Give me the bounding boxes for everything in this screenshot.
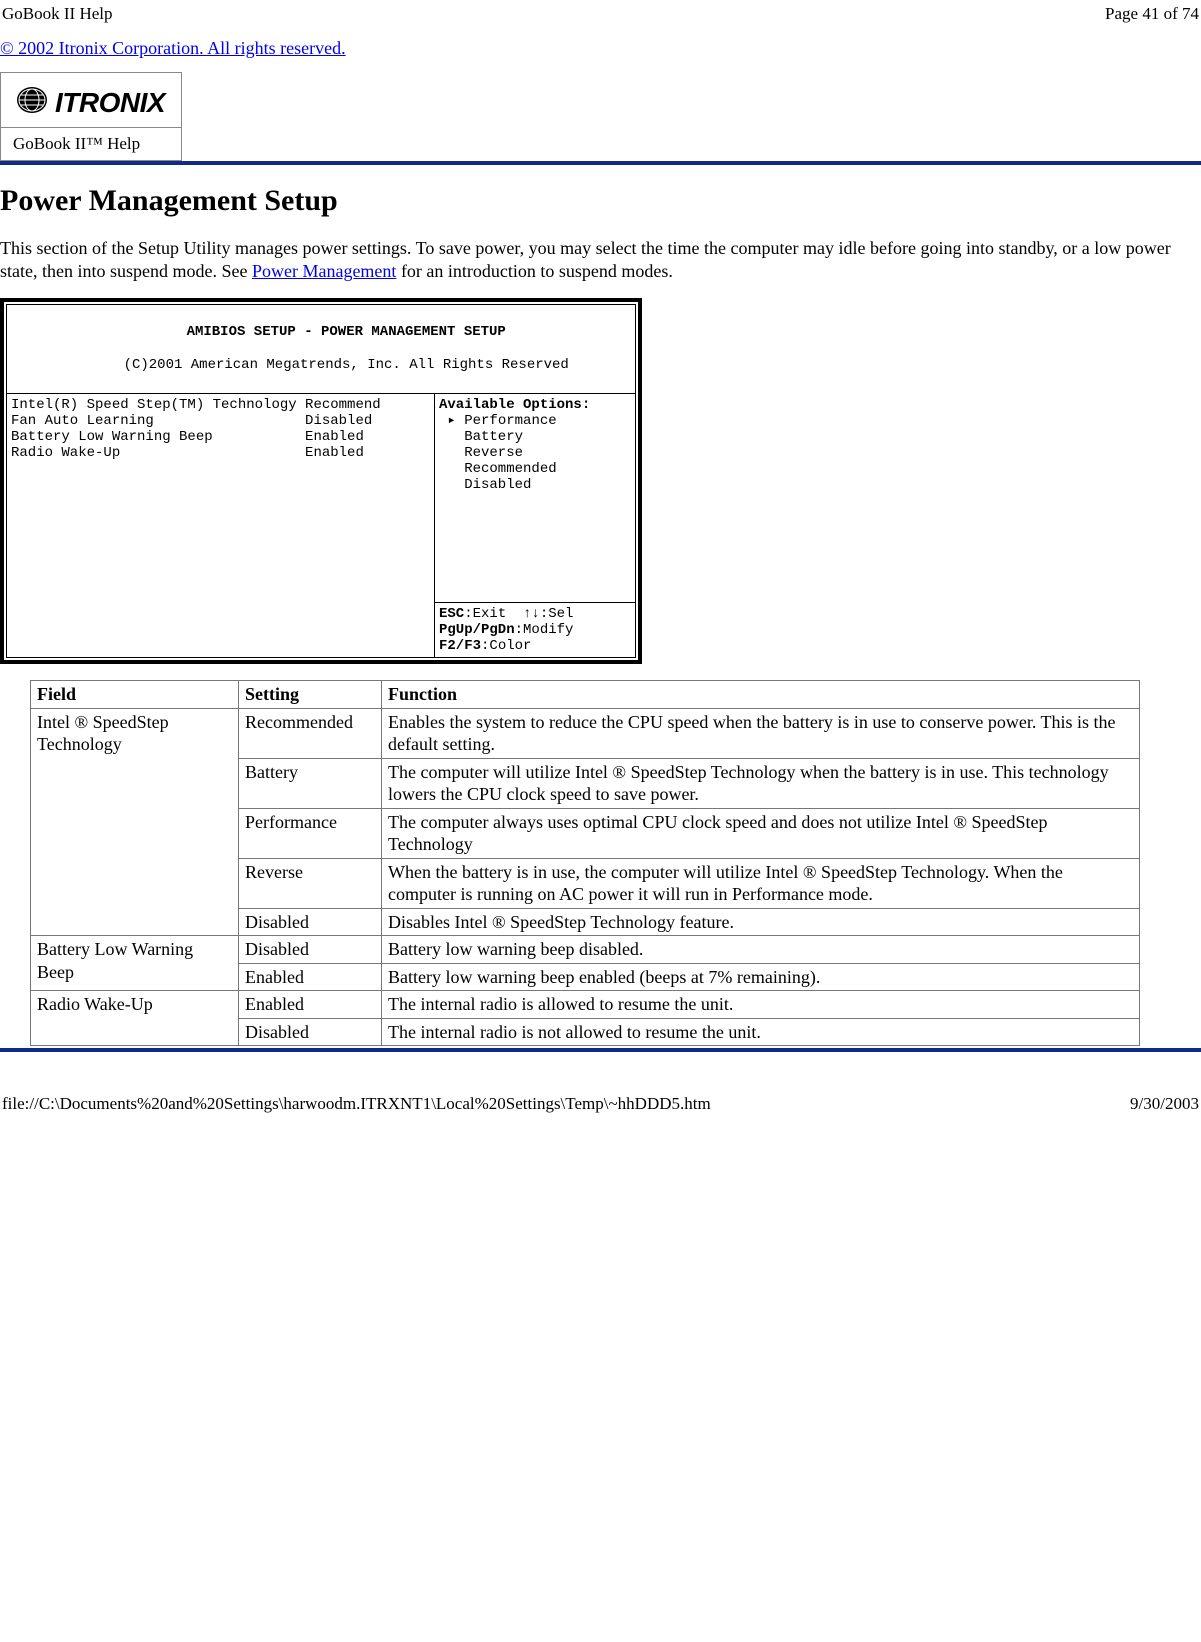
page-number-top: Page 41 of 74: [1105, 4, 1199, 24]
col-field: Field: [31, 681, 239, 709]
cell-function: The internal radio is allowed to resume …: [382, 991, 1140, 1019]
cell-setting: Performance: [239, 808, 382, 858]
doc-title-top: GoBook II Help: [2, 4, 112, 24]
bios-header-sub: (C)2001 American Megatrends, Inc. All Ri…: [124, 357, 569, 373]
bios-help-pane: ESC:Exit ↑↓:Sel PgUp/PgDn:Modify F2/F3:C…: [435, 602, 635, 657]
bios-screenshot: AMIBIOS SETUP - POWER MANAGEMENT SETUP (…: [0, 298, 642, 664]
section-title: Power Management Setup: [0, 183, 1201, 219]
table-row: Radio Wake-UpEnabledThe internal radio i…: [31, 991, 1140, 1019]
cell-function: When the battery is in use, the computer…: [382, 858, 1140, 908]
divider: [0, 161, 1201, 165]
bios-settings-pane: Intel(R) Speed Step(TM) Technology Recom…: [7, 394, 434, 658]
cell-function: Disables Intel ® SpeedStep Technology fe…: [382, 908, 1140, 936]
cell-function: The internal radio is not allowed to res…: [382, 1018, 1140, 1046]
cell-function: The computer will utilize Intel ® SpeedS…: [382, 758, 1140, 808]
cell-function: Enables the system to reduce the CPU spe…: [382, 708, 1140, 758]
cell-setting: Disabled: [239, 936, 382, 964]
intro-text-after: for an introduction to suspend modes.: [396, 261, 672, 281]
cell-setting: Enabled: [239, 963, 382, 991]
copyright-link[interactable]: © 2002 Itronix Corporation. All rights r…: [0, 38, 346, 60]
cell-field: Radio Wake-Up: [31, 991, 239, 1046]
cell-function: Battery low warning beep disabled.: [382, 936, 1140, 964]
bios-header-title: AMIBIOS SETUP - POWER MANAGEMENT SETUP: [187, 324, 506, 340]
brand-box: ITRONIX GoBook II™ Help: [0, 72, 182, 161]
help-label: GoBook II™ Help: [1, 127, 181, 160]
cell-setting: Reverse: [239, 858, 382, 908]
cell-field: Intel ® SpeedStep Technology: [31, 708, 239, 936]
cell-setting: Recommended: [239, 708, 382, 758]
cell-function: The computer always uses optimal CPU clo…: [382, 808, 1140, 858]
table-row: Battery Low Warning BeepDisabledBattery …: [31, 936, 1140, 964]
table-row: Intel ® SpeedStep TechnologyRecommendedE…: [31, 708, 1140, 758]
footer-date: 9/30/2003: [1130, 1094, 1199, 1114]
divider-bottom: [0, 1048, 1201, 1052]
cell-setting: Battery: [239, 758, 382, 808]
cell-setting: Enabled: [239, 991, 382, 1019]
bios-options-pane: Available Options: ▸ Performance Battery…: [435, 394, 635, 602]
cell-field: Battery Low Warning Beep: [31, 936, 239, 991]
power-management-link[interactable]: Power Management: [252, 261, 396, 281]
footer-path: file://C:\Documents%20and%20Settings\har…: [2, 1094, 711, 1114]
cell-setting: Disabled: [239, 908, 382, 936]
cell-function: Battery low warning beep enabled (beeps …: [382, 963, 1140, 991]
settings-table: Field Setting Function Intel ® SpeedStep…: [30, 680, 1140, 1046]
col-function: Function: [382, 681, 1140, 709]
intro-paragraph: This section of the Setup Utility manage…: [0, 237, 1201, 284]
globe-icon: [15, 83, 49, 123]
cell-setting: Disabled: [239, 1018, 382, 1046]
brand-name: ITRONIX: [55, 86, 165, 120]
col-setting: Setting: [239, 681, 382, 709]
